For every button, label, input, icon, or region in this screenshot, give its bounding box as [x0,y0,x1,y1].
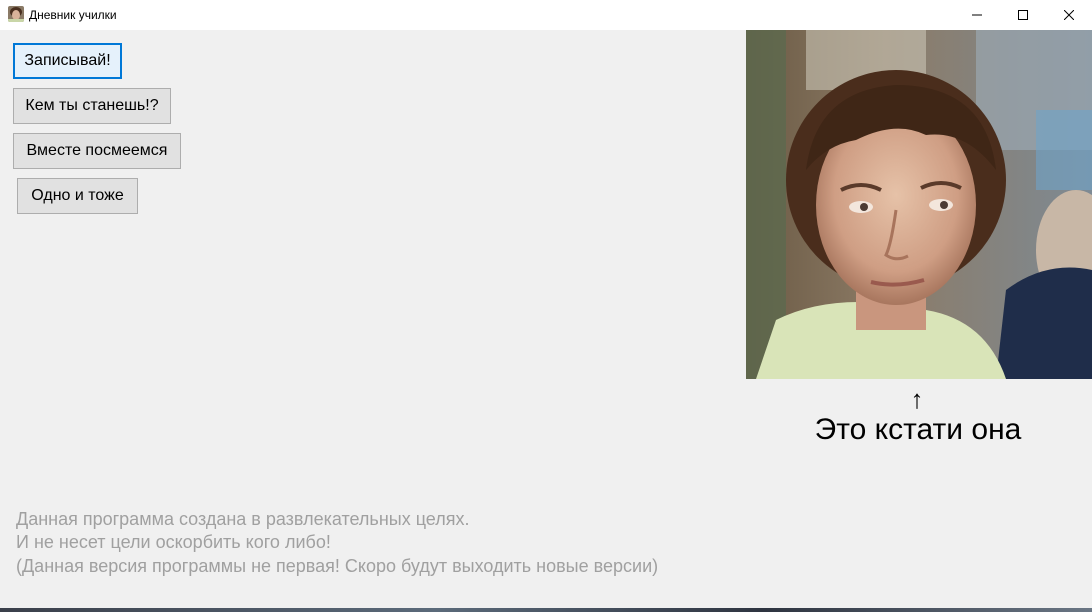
close-icon [1064,10,1074,20]
maximize-icon [1018,10,1028,20]
app-window: Дневник училки Записывай! Кем ты станешь… [0,0,1092,612]
who-will-you-become-button[interactable]: Кем ты станешь!? [13,88,171,124]
minimize-icon [972,14,982,16]
taskbar-edge [0,608,1092,612]
maximize-button[interactable] [1000,0,1046,30]
teacher-photo [746,30,1092,379]
laugh-together-button[interactable]: Вместе посмеемся [13,133,181,169]
title-bar[interactable]: Дневник училки [0,0,1092,30]
same-thing-button[interactable]: Одно и тоже [17,178,138,214]
disclaimer-line-3: (Данная версия программы не первая! Скор… [16,556,659,576]
photo-caption: Это кстати она [814,413,1022,446]
disclaimer-line-2: И не несет цели оскорбить кого либо! [16,532,331,552]
arrow-up-icon: ↑ [910,384,924,414]
minimize-button[interactable] [954,0,1000,30]
disclaimer-line-1: Данная программа создана в развлекательн… [16,509,470,529]
app-icon [8,6,24,22]
window-title: Дневник училки [29,8,117,22]
write-button[interactable]: Записывай! [13,43,122,79]
close-button[interactable] [1046,0,1092,30]
